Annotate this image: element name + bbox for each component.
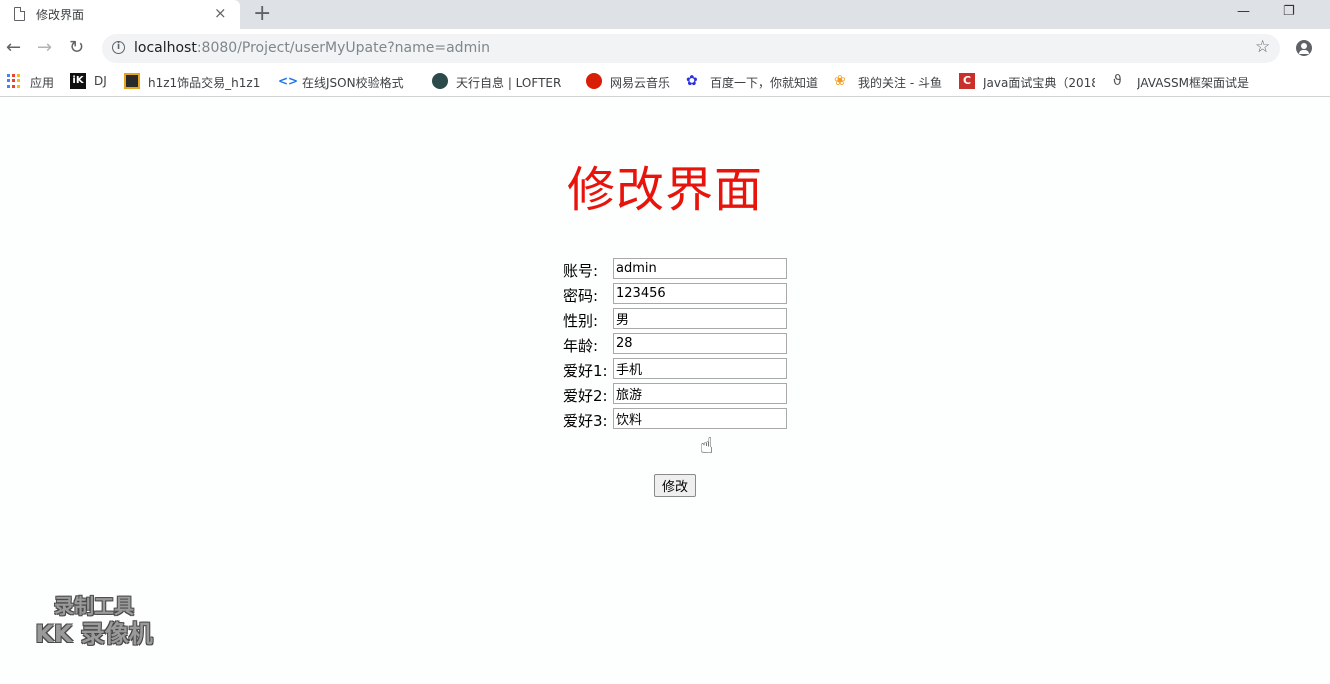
- lofter-icon: [432, 73, 448, 89]
- gender-input[interactable]: [613, 308, 787, 329]
- age-input[interactable]: [613, 333, 787, 354]
- baidu-paw-icon: ✿: [686, 73, 698, 89]
- minimize-button[interactable]: —: [1237, 4, 1250, 19]
- bookmark-h1z1[interactable]: h1z1饰品交易_h1z1: [148, 74, 260, 91]
- hobby1-input[interactable]: [613, 358, 787, 379]
- bookmark-dj[interactable]: DJ: [94, 74, 107, 88]
- password-label: 密码:: [563, 287, 599, 305]
- hobby2-input[interactable]: [613, 383, 787, 404]
- watermark-line1: 录制工具: [54, 594, 134, 618]
- forward-button[interactable]: →: [37, 37, 52, 58]
- bookmarks-bar: 应用 iK DJ h1z1饰品交易_h1z1 <> 在线JSON校验格式 天行自…: [0, 68, 1330, 97]
- bookmark-star-icon[interactable]: ☆: [1255, 37, 1270, 57]
- watermark-line2: KK 录像机: [35, 620, 153, 648]
- url-host: localhost: [134, 40, 197, 56]
- browser-toolbar: ← → ↻ i localhost:8080/Project/userMyUpa…: [0, 29, 1330, 68]
- javassm-icon: ϑ: [1113, 73, 1122, 89]
- hobby2-label: 爱好2:: [563, 387, 608, 405]
- hand-cursor-icon: ☝: [700, 434, 714, 459]
- bookmark-baidu[interactable]: 百度一下，你就知道: [710, 74, 818, 91]
- json-icon: <>: [278, 74, 299, 88]
- address-bar[interactable]: i localhost:8080/Project/userMyUpate?nam…: [102, 34, 1280, 63]
- netease-music-icon: [586, 73, 602, 89]
- page-icon: [14, 7, 25, 21]
- hobby1-label: 爱好1:: [563, 362, 608, 380]
- bookmark-lofter[interactable]: 天行自息 | LOFTER: [456, 74, 561, 91]
- account-icon[interactable]: [1296, 40, 1312, 56]
- browser-tab[interactable]: 修改界面 ×: [0, 0, 240, 29]
- bookmark-java[interactable]: Java面试宝典（2018: [983, 74, 1095, 91]
- csdn-icon: C: [959, 73, 975, 89]
- bookmark-douyu[interactable]: 我的关注 - 斗鱼: [858, 74, 942, 91]
- bookmark-javassm[interactable]: JAVASSM框架面试是: [1137, 74, 1249, 91]
- account-input[interactable]: [613, 258, 787, 279]
- tab-title: 修改界面: [36, 8, 85, 22]
- password-input[interactable]: [613, 283, 787, 304]
- account-label: 账号:: [563, 262, 599, 280]
- url-text[interactable]: localhost:8080/Project/userMyUpate?name=…: [134, 40, 490, 56]
- restore-button[interactable]: ❐: [1283, 4, 1295, 19]
- tab-close-button[interactable]: ×: [214, 4, 227, 22]
- apps-grid-icon: [6, 73, 22, 89]
- age-label: 年龄:: [563, 337, 599, 355]
- submit-button[interactable]: 修改: [654, 474, 696, 497]
- hobby3-input[interactable]: [613, 408, 787, 429]
- tab-strip: 修改界面 × + — ❐: [0, 0, 1330, 29]
- recorder-watermark: 录制工具 KK 录像机: [24, 593, 164, 649]
- reload-button[interactable]: ↻: [69, 37, 84, 58]
- bookmark-apps[interactable]: 应用: [30, 74, 54, 91]
- back-button[interactable]: ←: [6, 37, 21, 58]
- bookmark-json[interactable]: 在线JSON校验格式: [302, 74, 412, 91]
- hobby3-label: 爱好3:: [563, 412, 608, 430]
- douyu-icon: ❀: [834, 73, 846, 89]
- gender-label: 性别:: [563, 312, 599, 330]
- bookmark-netease[interactable]: 网易云音乐: [610, 74, 670, 91]
- h1z1-icon: [124, 73, 140, 89]
- page-title: 修改界面: [566, 162, 763, 218]
- info-icon[interactable]: i: [112, 41, 125, 54]
- new-tab-button[interactable]: +: [253, 1, 271, 26]
- url-path: :8080/Project/userMyUpate?name=admin: [196, 40, 490, 56]
- ik-icon: iK: [70, 73, 86, 89]
